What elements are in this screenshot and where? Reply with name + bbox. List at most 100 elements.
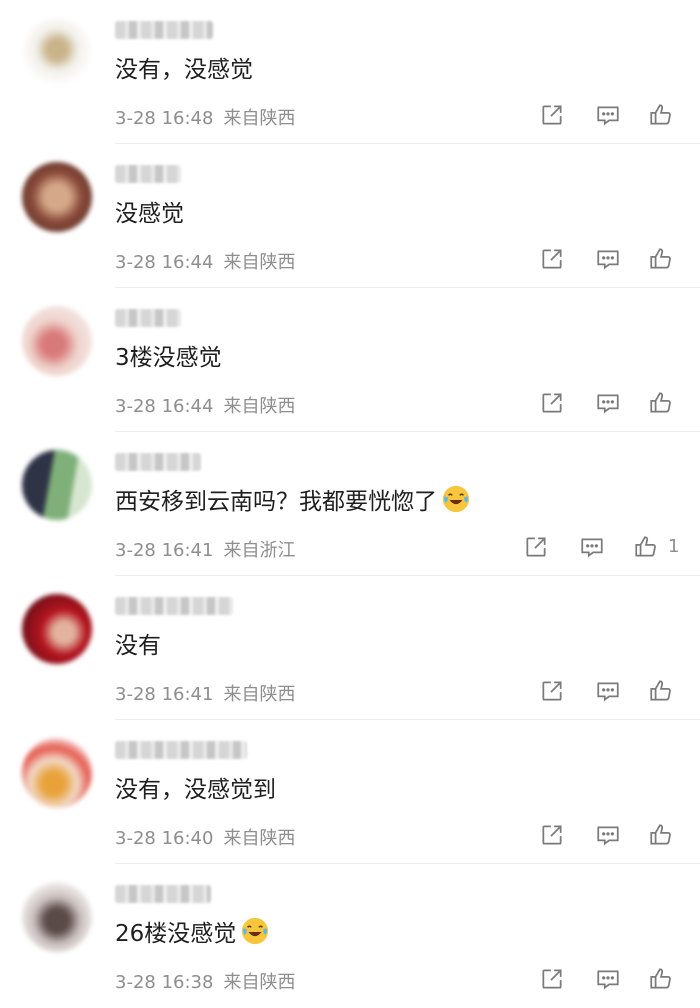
comment-list: 没有，没感觉 3-28 16:48 来自陕西 没感觉 3-28 16:44 来自陕西: [0, 0, 700, 1006]
comment-item: 没有 3-28 16:41 来自陕西: [0, 576, 700, 720]
reply-icon: [597, 826, 619, 846]
reply-icon: [581, 538, 603, 558]
comment-location: 来自陕西: [223, 108, 296, 129]
comment-text: 没有: [115, 626, 161, 660]
comment-time: 3-28 16:40: [115, 828, 214, 849]
share-icon: [542, 681, 562, 701]
comment-item: 西安移到云南吗？我都要恍惚了 3-28 16:41 来自浙江 1: [0, 432, 700, 576]
comment-time: 3-28 16:48: [115, 108, 214, 129]
thumbs-up-icon: [650, 248, 671, 269]
thumbs-up-icon: [650, 104, 671, 125]
like-button[interactable]: [645, 820, 677, 850]
comment-location: 来自陕西: [223, 252, 296, 273]
comment-item: 没有，没感觉 3-28 16:48 来自陕西: [0, 0, 700, 144]
comment-text-content: 没感觉: [115, 201, 184, 227]
comment-text-content: 西安移到云南吗？我都要恍惚了: [115, 489, 437, 515]
avatar[interactable]: [22, 162, 92, 232]
comment-location: 来自陕西: [223, 396, 296, 417]
avatar[interactable]: [22, 450, 92, 520]
reply-icon: [597, 394, 619, 414]
share-icon: [542, 249, 562, 269]
comment-item: 26楼没感觉 3-28 16:38 来自陕西: [0, 864, 700, 1008]
comment-text-content: 没有，没感觉到: [115, 777, 276, 803]
like-button[interactable]: [645, 964, 677, 994]
username-blurred[interactable]: [115, 165, 181, 183]
share-button[interactable]: [536, 964, 568, 994]
username-blurred[interactable]: [115, 21, 213, 39]
comment-time: 3-28 16:44: [115, 396, 214, 417]
thumbs-up-icon: [635, 536, 656, 557]
comment-meta: 3-28 16:44 来自陕西: [115, 248, 295, 274]
reply-icon: [597, 682, 619, 702]
thumbs-up-icon: [650, 824, 671, 845]
avatar[interactable]: [22, 738, 92, 808]
share-icon: [542, 393, 562, 413]
share-icon: [542, 969, 562, 989]
reply-button[interactable]: [592, 244, 624, 274]
comment-item: 3楼没感觉 3-28 16:44 来自陕西: [0, 288, 700, 432]
username-blurred[interactable]: [115, 453, 201, 471]
share-button[interactable]: [536, 388, 568, 418]
comment-location: 来自陕西: [223, 972, 296, 993]
comment-text-content: 26楼没感觉: [115, 921, 237, 947]
share-button[interactable]: [536, 100, 568, 130]
share-button[interactable]: [536, 676, 568, 706]
avatar[interactable]: [22, 882, 92, 952]
comment-text: 没有，没感觉到: [115, 770, 276, 804]
comment-location: 来自陕西: [223, 684, 296, 705]
username-blurred[interactable]: [115, 597, 233, 615]
comment-text-content: 3楼没感觉: [115, 345, 222, 371]
username-blurred[interactable]: [115, 741, 247, 759]
comment-location: 来自陕西: [223, 828, 296, 849]
share-button[interactable]: [536, 820, 568, 850]
reply-icon: [597, 106, 619, 126]
share-icon: [526, 537, 546, 557]
comment-text-content: 没有，没感觉: [115, 57, 253, 83]
share-button[interactable]: [536, 244, 568, 274]
avatar[interactable]: [22, 306, 92, 376]
comment-time: 3-28 16:38: [115, 972, 214, 993]
comment-text: 西安移到云南吗？我都要恍惚了: [115, 482, 471, 516]
comment-text: 3楼没感觉: [115, 338, 222, 372]
avatar[interactable]: [22, 18, 92, 88]
reply-button[interactable]: [592, 100, 624, 130]
comment-meta: 3-28 16:41 来自陕西: [115, 680, 295, 706]
thumbs-up-icon: [650, 392, 671, 413]
comment-item: 没感觉 3-28 16:44 来自陕西: [0, 144, 700, 288]
comment-location: 来自浙江: [223, 540, 296, 561]
comment-text: 26楼没感觉: [115, 914, 270, 948]
share-icon: [542, 105, 562, 125]
comment-meta: 3-28 16:40 来自陕西: [115, 824, 295, 850]
comment-text: 没有，没感觉: [115, 50, 253, 84]
like-button[interactable]: [630, 532, 662, 562]
username-blurred[interactable]: [115, 885, 211, 903]
reply-button[interactable]: [576, 532, 608, 562]
laugh-cry-icon: [242, 917, 269, 945]
like-button[interactable]: [645, 388, 677, 418]
share-icon: [542, 825, 562, 845]
like-button[interactable]: [645, 676, 677, 706]
comment-meta: 3-28 16:44 来自陕西: [115, 392, 295, 418]
reply-button[interactable]: [592, 964, 624, 994]
thumbs-up-icon: [650, 968, 671, 989]
laugh-cry-icon: [442, 485, 470, 513]
reply-button[interactable]: [592, 388, 624, 418]
comment-meta: 3-28 16:38 来自陕西: [115, 968, 295, 994]
like-button[interactable]: [645, 244, 677, 274]
thumbs-up-icon: [650, 680, 671, 701]
reply-button[interactable]: [592, 676, 624, 706]
avatar[interactable]: [22, 594, 92, 664]
like-count: 1: [668, 536, 680, 557]
reply-icon: [597, 250, 619, 270]
username-blurred[interactable]: [115, 309, 181, 327]
share-button[interactable]: [520, 532, 552, 562]
reply-button[interactable]: [592, 820, 624, 850]
comment-meta: 3-28 16:48 来自陕西: [115, 104, 295, 130]
comment-time: 3-28 16:41: [115, 540, 214, 561]
like-button[interactable]: [645, 100, 677, 130]
comment-time: 3-28 16:41: [115, 684, 214, 705]
comment-time: 3-28 16:44: [115, 252, 214, 273]
comment-item: 没有，没感觉到 3-28 16:40 来自陕西: [0, 720, 700, 864]
reply-icon: [597, 970, 619, 990]
comment-text: 没感觉: [115, 194, 184, 228]
